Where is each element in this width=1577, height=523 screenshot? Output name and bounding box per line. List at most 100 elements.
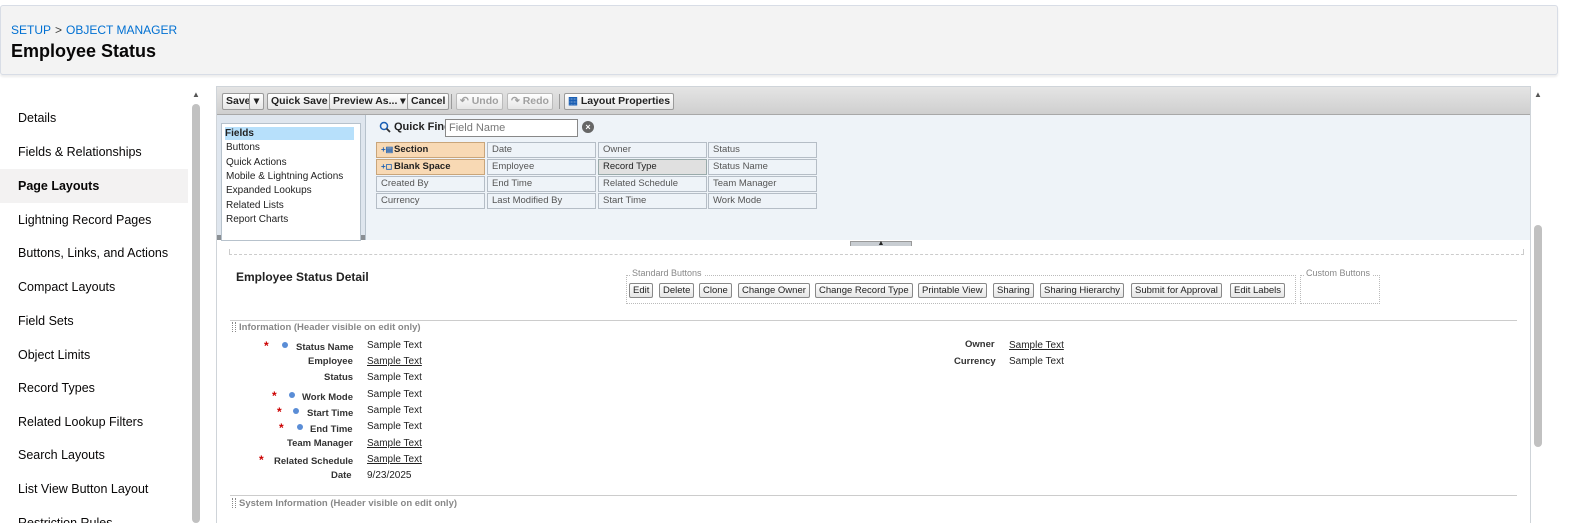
palette-item-status[interactable]: Status — [708, 142, 817, 158]
field-label-start-time[interactable]: Start Time — [307, 408, 353, 419]
preview-as-button[interactable]: Preview As... ▾ — [329, 93, 410, 110]
field-label-currency[interactable]: Currency — [954, 356, 996, 367]
sidebar-item-object-limits[interactable]: Object Limits — [0, 338, 188, 372]
sidebar-item-page-layouts[interactable]: Page Layouts — [0, 169, 188, 203]
palette-item-currency[interactable]: Currency — [376, 193, 485, 209]
category-expanded-lookups[interactable]: Expanded Lookups — [226, 184, 312, 197]
required-dot-icon — [297, 424, 303, 430]
clear-search-icon[interactable]: × — [582, 121, 594, 133]
palette-item-created-by[interactable]: Created By — [376, 176, 485, 192]
change-owner-button[interactable]: Change Owner — [738, 283, 810, 298]
sidebar-item-buttons-links-actions[interactable]: Buttons, Links, and Actions — [0, 236, 188, 270]
sidebar-item-details[interactable]: Details — [0, 101, 188, 135]
palette-item-work-mode[interactable]: Work Mode — [708, 193, 817, 209]
palette-item-start-time[interactable]: Start Time — [598, 193, 707, 209]
sidebar-scrollbar[interactable]: ▲ — [191, 88, 201, 523]
field-label-end-time[interactable]: End Time — [310, 424, 353, 435]
custom-buttons-label: Custom Buttons — [1304, 268, 1373, 278]
field-label-date[interactable]: Date — [331, 470, 352, 481]
palette-item-team-manager[interactable]: Team Manager — [708, 176, 817, 192]
sidebar-item-lightning-record-pages[interactable]: Lightning Record Pages — [0, 203, 188, 237]
category-related-lists[interactable]: Related Lists — [226, 199, 284, 212]
sharing-button[interactable]: Sharing — [993, 283, 1034, 298]
submit-for-approval-button[interactable]: Submit for Approval — [1131, 283, 1222, 298]
palette-item-blank-space[interactable]: +◻ Blank Space — [376, 159, 485, 175]
palette-item-end-time[interactable]: End Time — [487, 176, 596, 192]
breadcrumb-setup[interactable]: SETUP — [11, 23, 51, 37]
required-dot-icon — [293, 408, 299, 414]
edit-labels-button[interactable]: Edit Labels — [1230, 283, 1286, 298]
sidebar-item-list-view-button-layout[interactable]: List View Button Layout — [0, 472, 188, 506]
breadcrumb: SETUP > OBJECT MANAGER — [11, 23, 177, 37]
sidebar-item-compact-layouts[interactable]: Compact Layouts — [0, 270, 188, 304]
edit-button[interactable]: Edit — [629, 283, 654, 298]
category-report-charts[interactable]: Report Charts — [226, 213, 288, 226]
sharing-hierarchy-button[interactable]: Sharing Hierarchy — [1040, 283, 1125, 298]
custom-buttons-box — [1300, 275, 1380, 304]
sidebar-item-field-sets[interactable]: Field Sets — [0, 304, 188, 338]
breadcrumb-object-manager[interactable]: OBJECT MANAGER — [66, 23, 177, 37]
toolbar-divider — [451, 94, 452, 109]
main-scrollbar[interactable]: ▲ — [1533, 88, 1543, 523]
palette-item-label: Section — [394, 144, 429, 155]
scroll-up-arrow-icon[interactable]: ▲ — [1533, 90, 1543, 99]
category-quick-actions[interactable]: Quick Actions — [226, 156, 287, 169]
drag-handle-icon[interactable] — [232, 498, 236, 509]
redo-icon: ↷ — [511, 95, 523, 107]
app-root: SETUP > OBJECT MANAGER Employee Status Det… — [0, 0, 1577, 523]
category-buttons[interactable]: Buttons — [226, 141, 260, 154]
save-menu-button[interactable]: ▾ — [249, 93, 264, 110]
palette-item-last-modified-by[interactable]: Last Modified By — [487, 193, 596, 209]
quick-find-input[interactable] — [445, 119, 578, 137]
layout-properties-button[interactable]: ▦ Layout Properties — [564, 93, 675, 110]
sidebar-item-search-layouts[interactable]: Search Layouts — [0, 438, 188, 472]
information-section-header[interactable]: Information (Header visible on edit only… — [232, 322, 421, 333]
quick-find-label: Quick Find — [394, 121, 451, 133]
palette-item-date[interactable]: Date — [487, 142, 596, 158]
section-title-label: Information — [239, 322, 292, 333]
delete-button[interactable]: Delete — [659, 283, 695, 298]
field-value-work-mode: Sample Text — [367, 389, 422, 400]
quick-save-button[interactable]: Quick Save — [267, 93, 332, 110]
field-label-status-name[interactable]: Status Name — [296, 342, 354, 353]
breadcrumb-separator: > — [55, 23, 63, 37]
cancel-button[interactable]: Cancel — [407, 93, 450, 110]
printable-view-button[interactable]: Printable View — [918, 283, 987, 298]
required-dot-icon — [282, 342, 288, 348]
sidebar-item-related-lookup-filters[interactable]: Related Lookup Filters — [0, 405, 188, 439]
palette-item-owner[interactable]: Owner — [598, 142, 707, 158]
detail-title: Employee Status Detail — [236, 270, 369, 284]
category-fields[interactable]: Fields — [225, 127, 354, 140]
drag-handle-icon[interactable] — [232, 322, 236, 333]
sidebar-scroll-thumb[interactable] — [192, 104, 200, 523]
section-title-label: System Information — [239, 498, 328, 509]
page-title: Employee Status — [11, 41, 157, 61]
palette-item-related-schedule[interactable]: Related Schedule — [598, 176, 707, 192]
sidebar-item-restriction-rules[interactable]: Restriction Rules — [0, 506, 188, 523]
field-label-work-mode[interactable]: Work Mode — [302, 392, 353, 403]
scroll-up-arrow-icon[interactable]: ▲ — [191, 90, 201, 100]
section-icon: +▤ — [381, 145, 394, 154]
field-label-employee[interactable]: Employee — [308, 356, 353, 367]
clone-button[interactable]: Clone — [699, 283, 732, 298]
field-label-status[interactable]: Status — [324, 372, 353, 383]
blank-space-icon: +◻ — [381, 162, 393, 171]
system-information-section-header[interactable]: System Information (Header visible on ed… — [232, 498, 457, 509]
change-record-type-button[interactable]: Change Record Type — [815, 283, 913, 298]
sidebar-item-fields-relationships[interactable]: Fields & Relationships — [0, 135, 188, 169]
field-label-related-schedule[interactable]: Related Schedule — [274, 456, 353, 467]
field-value-status-name: Sample Text — [367, 340, 422, 351]
palette-item-status-name[interactable]: Status Name — [708, 159, 817, 175]
field-label-owner[interactable]: Owner — [965, 339, 995, 350]
field-value-start-time: Sample Text — [367, 405, 422, 416]
sidebar-item-record-types[interactable]: Record Types — [0, 371, 188, 405]
redo-button[interactable]: ↷ Redo — [507, 93, 553, 110]
information-section-divider — [230, 320, 1517, 332]
palette-item-employee[interactable]: Employee — [487, 159, 596, 175]
palette-item-section[interactable]: +▤Section — [376, 142, 485, 158]
field-label-team-manager[interactable]: Team Manager — [287, 438, 353, 449]
palette-item-record-type[interactable]: Record Type — [598, 159, 707, 175]
undo-button[interactable]: ↶ Undo — [456, 93, 503, 110]
category-mobile-lightning-actions[interactable]: Mobile & Lightning Actions — [226, 170, 343, 183]
main-scroll-thumb[interactable] — [1534, 225, 1542, 447]
